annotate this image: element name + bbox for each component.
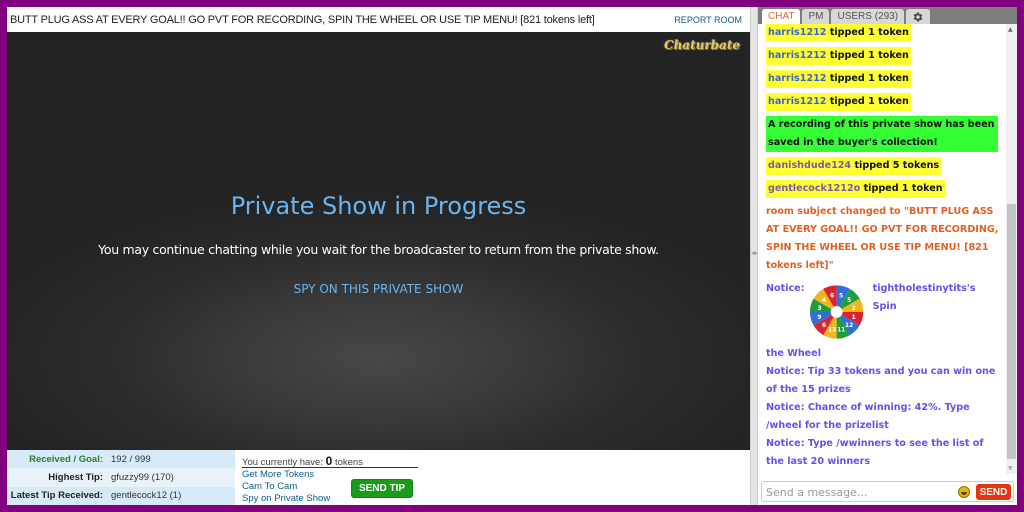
notice-message: Notice: Type /wwinners to see the list o…: [766, 438, 984, 467]
tip-text: tipped 5 tokens: [854, 160, 940, 171]
private-show-title: Private Show in Progress: [230, 192, 527, 220]
wheel-number: 1: [852, 315, 856, 321]
tab-settings[interactable]: [906, 9, 931, 24]
room-subject: BUTT PLUG ASS AT EVERY GOAL!! GO PVT FOR…: [10, 13, 595, 26]
stat-label: Latest Tip Received:: [10, 490, 103, 502]
gear-icon: [913, 12, 923, 21]
balance-prefix: You currently have:: [242, 457, 323, 468]
wheel-number: 6: [830, 293, 834, 299]
stat-label: Received / Goal:: [29, 453, 103, 465]
wheel-number: 2: [852, 306, 856, 312]
private-show-subtitle: You may continue chatting while you wait…: [98, 242, 659, 257]
scroll-thumb[interactable]: [1007, 204, 1016, 459]
chat-column: CHAT PM USERS (293) harris1212 tipped 1 …: [758, 7, 1017, 505]
scroll-up-arrow-icon[interactable]: ▲: [1008, 26, 1013, 33]
notice-message: Notice: Tip 33 tokens and you can win on…: [766, 366, 996, 395]
room-subject-changed: room subject changed to "BUTT PLUG ASS A…: [766, 206, 999, 271]
emoji-icon[interactable]: [958, 486, 970, 498]
wheel-number: 5: [848, 298, 852, 304]
wheel-number: 9: [818, 315, 822, 321]
tip-notice: harris1212 tipped 1 token: [766, 47, 911, 65]
chat-message: harris1212 tipped 1 token: [766, 24, 1001, 42]
tip-text: tipped 1 token: [829, 73, 909, 84]
page-frame: BUTT PLUG ASS AT EVERY GOAL!! GO PVT FOR…: [7, 7, 1017, 505]
stat-value: gentlecock12 (1): [111, 490, 182, 502]
wheel-number: 13: [828, 328, 836, 334]
tip-notice: harris1212 tipped 1 token: [766, 24, 911, 42]
wheel-number: 12: [845, 323, 853, 329]
tip-text: tipped 1 token: [829, 50, 909, 61]
username[interactable]: harris1212: [768, 73, 826, 84]
stat-value: 192 / 999: [111, 453, 151, 465]
wheel-number: 4: [822, 298, 826, 304]
resize-grip-icon[interactable]: ◂▸: [751, 249, 758, 257]
stat-value: gfuzzy99 (170): [111, 471, 174, 483]
tip-notice: harris1212 tipped 1 token: [766, 70, 911, 88]
chat-message: gentlecock1212o tipped 1 token: [766, 180, 1001, 198]
chat-message: danishdude124 tipped 5 tokens: [766, 157, 1001, 175]
broadcast-column: BUTT PLUG ASS AT EVERY GOAL!! GO PVT FOR…: [7, 7, 750, 505]
tab-chat[interactable]: CHAT: [762, 9, 801, 24]
stats-table: Received / Goal: 192 / 999 Highest Tip: …: [7, 450, 235, 505]
tip-notice: harris1212 tipped 1 token: [766, 93, 911, 111]
spy-private-show-link[interactable]: SPY ON THIS PRIVATE SHOW: [7, 282, 750, 296]
username[interactable]: danishdude124: [768, 160, 851, 171]
panel-splitter[interactable]: ◂▸: [750, 7, 758, 505]
tip-text: tipped 1 token: [829, 27, 909, 38]
username[interactable]: harris1212: [768, 96, 826, 107]
tip-text: tipped 1 token: [863, 183, 943, 194]
wheel-hub: [831, 306, 843, 318]
chat-message: harris1212 tipped 1 token: [766, 93, 1001, 111]
chat-log: harris1212 tipped 1 token harris1212 tip…: [758, 24, 1017, 474]
tip-notice: danishdude124 tipped 5 tokens: [766, 157, 942, 175]
send-tip-button[interactable]: SEND TIP: [351, 479, 413, 498]
username[interactable]: harris1212: [768, 27, 826, 38]
wheel-number: 6: [822, 323, 826, 329]
stat-label: Highest Tip:: [48, 471, 103, 483]
chat-tabs: CHAT PM USERS (293): [758, 7, 1017, 24]
report-room-link[interactable]: REPORT ROOM: [674, 15, 742, 25]
wheel-number: 11: [838, 328, 846, 334]
recording-saved-notice: A recording of this private show has bee…: [766, 116, 998, 152]
chat-message-input[interactable]: [766, 484, 956, 500]
wheel-row: Notice: 5 5 2 1 12 11 13 6 9 3 4 6 tightholestinyti…: [766, 280, 1001, 345]
tab-users[interactable]: USERS (293): [831, 9, 905, 24]
stat-row-latest-tip: Latest Tip Received: gentlecock12 (1): [7, 486, 235, 505]
tip-text: tipped 1 token: [829, 96, 909, 107]
tab-pm[interactable]: PM: [802, 9, 830, 24]
username[interactable]: gentlecock1212o: [768, 183, 860, 194]
token-balance: You currently have: 0 tokens: [242, 450, 418, 468]
scroll-down-arrow-icon[interactable]: ▼: [1008, 465, 1013, 472]
notice-text: tightholestinytits's Spin: [872, 283, 976, 312]
room-subject-bar: BUTT PLUG ASS AT EVERY GOAL!! GO PVT FOR…: [7, 7, 750, 32]
chat-messages: harris1212 tipped 1 token harris1212 tip…: [766, 24, 1001, 471]
send-message-button[interactable]: SEND: [976, 484, 1011, 500]
balance-suffix: tokens: [334, 457, 363, 468]
wheel-number: 5: [840, 293, 844, 299]
stat-row-highest-tip: Highest Tip: gfuzzy99 (170): [7, 468, 235, 487]
stat-row-goal: Received / Goal: 192 / 999: [7, 450, 235, 469]
chat-message: harris1212 tipped 1 token: [766, 47, 1001, 65]
notice-continuation: the Wheel: [766, 348, 821, 359]
info-panel: Received / Goal: 192 / 999 Highest Tip: …: [7, 450, 750, 505]
wheel-number: 3: [818, 306, 822, 312]
balance-amount: 0: [325, 454, 333, 468]
username[interactable]: harris1212: [768, 50, 826, 61]
chat-scrollbar[interactable]: ▲ ▼: [1006, 24, 1017, 474]
video-player[interactable]: Chaturbate Private Show in Progress You …: [7, 32, 750, 450]
notice-message: Notice: Chance of winning: 42%. Type /wh…: [766, 402, 970, 431]
spin-wheel-icon: 552112111369346: [810, 285, 864, 339]
chat-message: harris1212 tipped 1 token: [766, 70, 1001, 88]
chaturbate-logo: Chaturbate: [664, 38, 740, 52]
tip-notice: gentlecock1212o tipped 1 token: [766, 180, 945, 198]
notice-prefix: Notice:: [766, 283, 805, 294]
chat-input-row: SEND: [761, 481, 1014, 502]
wheel-notice: Notice: 5 5 2 1 12 11 13 6 9 3 4 6 tightholestinyti…: [766, 280, 1001, 363]
